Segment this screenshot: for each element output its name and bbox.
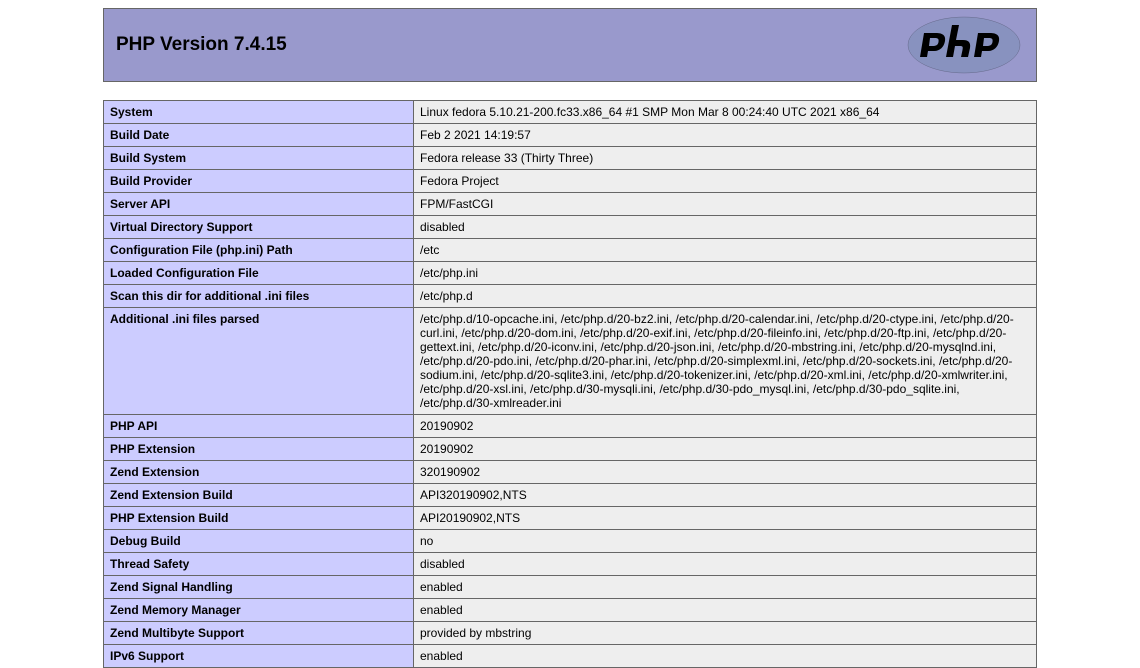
- phpinfo-container: PHP Version 7.4.15 SystemLinux fedora 5.…: [103, 8, 1037, 668]
- table-row: Scan this dir for additional .ini files/…: [104, 285, 1037, 308]
- row-value: API320190902,NTS: [414, 484, 1037, 507]
- table-row: Loaded Configuration File/etc/php.ini: [104, 262, 1037, 285]
- row-label: IPv6 Support: [104, 645, 414, 668]
- row-label: Additional .ini files parsed: [104, 308, 414, 415]
- row-label: Build Provider: [104, 170, 414, 193]
- row-label: Server API: [104, 193, 414, 216]
- row-value: no: [414, 530, 1037, 553]
- row-value: 20190902: [414, 415, 1037, 438]
- row-label: Build System: [104, 147, 414, 170]
- row-value: /etc/php.d/10-opcache.ini, /etc/php.d/20…: [414, 308, 1037, 415]
- table-row: Server APIFPM/FastCGI: [104, 193, 1037, 216]
- row-value: Linux fedora 5.10.21-200.fc33.x86_64 #1 …: [414, 101, 1037, 124]
- row-label: PHP Extension Build: [104, 507, 414, 530]
- row-label: Zend Memory Manager: [104, 599, 414, 622]
- row-label: PHP Extension: [104, 438, 414, 461]
- table-row: Build SystemFedora release 33 (Thirty Th…: [104, 147, 1037, 170]
- row-value: enabled: [414, 599, 1037, 622]
- row-label: Zend Extension: [104, 461, 414, 484]
- table-row: PHP Extension20190902: [104, 438, 1037, 461]
- row-label: Scan this dir for additional .ini files: [104, 285, 414, 308]
- row-value: FPM/FastCGI: [414, 193, 1037, 216]
- table-row: PHP Extension BuildAPI20190902,NTS: [104, 507, 1037, 530]
- table-row: Virtual Directory Supportdisabled: [104, 216, 1037, 239]
- table-row: Additional .ini files parsed/etc/php.d/1…: [104, 308, 1037, 415]
- table-row: Zend Memory Managerenabled: [104, 599, 1037, 622]
- row-value: Feb 2 2021 14:19:57: [414, 124, 1037, 147]
- table-row: SystemLinux fedora 5.10.21-200.fc33.x86_…: [104, 101, 1037, 124]
- table-row: Zend Signal Handlingenabled: [104, 576, 1037, 599]
- table-row: Debug Buildno: [104, 530, 1037, 553]
- row-value: enabled: [414, 576, 1037, 599]
- row-value: API20190902,NTS: [414, 507, 1037, 530]
- table-row: Zend Multibyte Supportprovided by mbstri…: [104, 622, 1037, 645]
- php-logo: [904, 13, 1024, 77]
- table-row: Zend Extension320190902: [104, 461, 1037, 484]
- row-label: Configuration File (php.ini) Path: [104, 239, 414, 262]
- row-value: /etc: [414, 239, 1037, 262]
- row-label: Thread Safety: [104, 553, 414, 576]
- row-label: Zend Multibyte Support: [104, 622, 414, 645]
- table-row: PHP API20190902: [104, 415, 1037, 438]
- row-label: Debug Build: [104, 530, 414, 553]
- row-label: System: [104, 101, 414, 124]
- row-label: Build Date: [104, 124, 414, 147]
- row-label: Loaded Configuration File: [104, 262, 414, 285]
- table-row: Thread Safetydisabled: [104, 553, 1037, 576]
- page-title: PHP Version 7.4.15: [116, 34, 287, 56]
- row-value: 320190902: [414, 461, 1037, 484]
- table-row: Build ProviderFedora Project: [104, 170, 1037, 193]
- row-label: Zend Signal Handling: [104, 576, 414, 599]
- row-value: /etc/php.d: [414, 285, 1037, 308]
- row-value: /etc/php.ini: [414, 262, 1037, 285]
- table-row: Zend Extension BuildAPI320190902,NTS: [104, 484, 1037, 507]
- table-row: IPv6 Supportenabled: [104, 645, 1037, 668]
- row-value: provided by mbstring: [414, 622, 1037, 645]
- table-row: Build DateFeb 2 2021 14:19:57: [104, 124, 1037, 147]
- row-value: disabled: [414, 216, 1037, 239]
- phpinfo-table: SystemLinux fedora 5.10.21-200.fc33.x86_…: [103, 100, 1037, 668]
- header: PHP Version 7.4.15: [103, 8, 1037, 82]
- row-label: Zend Extension Build: [104, 484, 414, 507]
- row-label: PHP API: [104, 415, 414, 438]
- row-value: disabled: [414, 553, 1037, 576]
- row-label: Virtual Directory Support: [104, 216, 414, 239]
- row-value: Fedora Project: [414, 170, 1037, 193]
- table-row: Configuration File (php.ini) Path/etc: [104, 239, 1037, 262]
- row-value: Fedora release 33 (Thirty Three): [414, 147, 1037, 170]
- row-value: 20190902: [414, 438, 1037, 461]
- row-value: enabled: [414, 645, 1037, 668]
